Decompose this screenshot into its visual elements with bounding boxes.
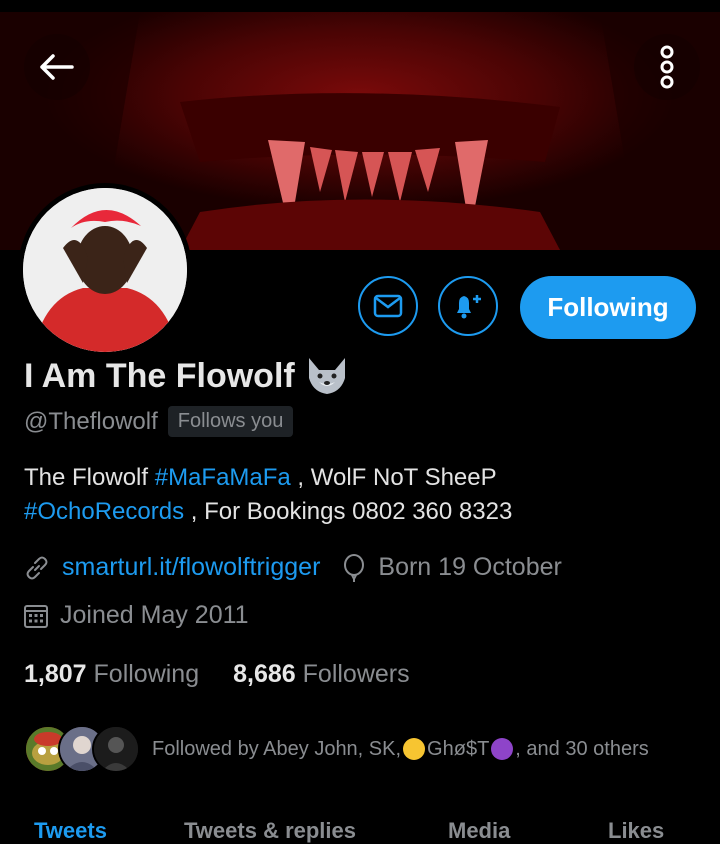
hashtag-link[interactable]: #MaFaMaFa xyxy=(155,464,291,491)
profile-avatar[interactable] xyxy=(18,183,192,357)
notifications-button[interactable] xyxy=(438,276,498,336)
balloon-icon xyxy=(342,553,366,582)
tab-tweets-replies[interactable]: Tweets & replies xyxy=(184,818,356,844)
devil-emoji-icon xyxy=(491,738,514,760)
bell-plus-icon xyxy=(457,295,481,319)
hashtag-link[interactable]: #OchoRecords xyxy=(24,498,184,525)
followed-by-name: Ghø$T xyxy=(427,737,490,760)
followed-by-row[interactable]: Followed by Abey John, SK, Ghø$T , and 3… xyxy=(24,725,649,773)
tab-likes[interactable]: Likes xyxy=(608,818,664,844)
following-button[interactable]: Following xyxy=(520,276,696,339)
followers-label: Followers xyxy=(302,660,410,688)
calendar-icon xyxy=(24,604,48,628)
following-label: Following xyxy=(93,660,200,688)
back-button[interactable] xyxy=(24,34,90,100)
display-name-row: I Am The Flowolf xyxy=(24,356,349,396)
followed-by-prefix: Followed by Abey John, SK, xyxy=(152,737,402,760)
link-icon xyxy=(24,555,50,581)
following-count-link[interactable]: 1,807 Following xyxy=(24,660,199,689)
mail-icon xyxy=(373,294,403,318)
bio-text: , WolF NoT SheeP xyxy=(290,464,497,491)
profile-bio: The Flowolf #MaFaMaFa , WolF NoT SheeP #… xyxy=(24,461,704,529)
tab-media[interactable]: Media xyxy=(448,818,510,844)
bio-text: , For Bookings 0802 360 8323 xyxy=(184,498,513,525)
bio-text: The Flowolf xyxy=(24,464,155,491)
followed-by-suffix: , and 30 others xyxy=(515,737,649,760)
followed-by-text: Followed by Abey John, SK, Ghø$T , and 3… xyxy=(152,738,649,761)
following-count: 1,807 xyxy=(24,660,87,688)
more-vertical-icon xyxy=(660,45,674,89)
display-name: I Am The Flowolf xyxy=(24,356,295,395)
tab-tweets[interactable]: Tweets xyxy=(34,818,107,844)
joined-text: Joined May 2011 xyxy=(60,601,249,629)
profile-tabs: Tweets Tweets & replies Media Likes xyxy=(0,812,720,844)
follower-avatar xyxy=(92,725,140,773)
follows-you-badge: Follows you xyxy=(167,406,294,437)
handle-row: @Theflowolf Follows you xyxy=(24,406,294,437)
halo-smile-emoji-icon xyxy=(403,738,426,760)
wolf-emoji-icon xyxy=(308,358,345,394)
meta-row-joined: Joined May 2011 xyxy=(24,601,249,630)
profile-handle: @Theflowolf xyxy=(24,407,158,435)
avatar-photo xyxy=(23,188,187,352)
status-bar xyxy=(0,0,720,12)
arrow-left-icon xyxy=(40,54,74,80)
meta-row-website-birthday: smarturl.it/flowolftrigger Born 19 Octob… xyxy=(24,553,562,582)
followers-count-link[interactable]: 8,686 Followers xyxy=(233,660,410,689)
birthday-text: Born 19 October xyxy=(378,553,562,581)
follow-counts: 1,807 Following 8,686 Followers xyxy=(24,660,410,689)
website-link[interactable]: smarturl.it/flowolftrigger xyxy=(62,553,320,582)
message-button[interactable] xyxy=(358,276,418,336)
more-options-button[interactable] xyxy=(634,34,700,100)
followers-count: 8,686 xyxy=(233,660,296,688)
